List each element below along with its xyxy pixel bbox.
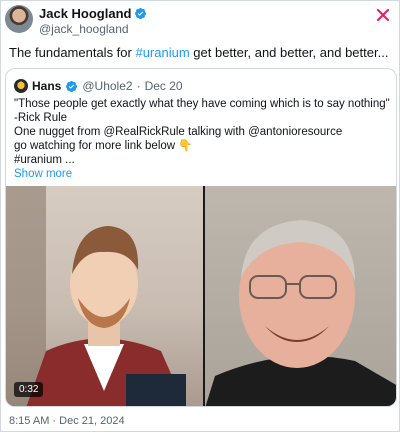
author-avatar[interactable] xyxy=(5,5,33,33)
quoted-author-name[interactable]: Hans xyxy=(32,79,61,93)
quoted-tweet-text: "Those people get exactly what they have… xyxy=(14,97,390,181)
verified-badge-icon xyxy=(135,7,147,20)
tweet-text-prefix: The fundamentals for xyxy=(9,45,136,60)
quoted-author-handle[interactable]: @Uhole2 xyxy=(82,79,132,93)
show-more-link[interactable]: Show more xyxy=(14,167,390,181)
video-frame-left: 0:32 xyxy=(6,186,203,406)
quoted-tweet[interactable]: Hans @Uhole2 · Dec 20 "Those people get … xyxy=(5,68,397,407)
tweet-text-suffix: get better, and better, and better... xyxy=(189,45,389,60)
quoted-author-avatar[interactable] xyxy=(14,79,28,93)
tweet-timestamp[interactable]: 8:15 AM · Dec 21, 2024 xyxy=(9,415,125,427)
tweet-text: The fundamentals for #uranium get better… xyxy=(9,45,388,61)
young-man-illustration xyxy=(6,186,186,406)
quoted-line: #uranium ... xyxy=(14,154,75,166)
author-name[interactable]: Jack Hoogland xyxy=(39,6,131,21)
quoted-line: "Those people get exactly what they have… xyxy=(14,98,390,110)
hashtag-link[interactable]: #uranium xyxy=(135,45,189,60)
video-player[interactable]: 0:32 xyxy=(6,186,396,406)
dot-separator: · xyxy=(136,79,141,93)
older-man-illustration xyxy=(205,220,396,406)
quoted-line: go watching for more link below 👇 xyxy=(14,140,193,152)
quoted-line: -Rick Rule xyxy=(14,112,68,124)
quoted-date[interactable]: Dec 20 xyxy=(145,79,183,93)
quoted-line: One nugget from @RealRickRule talking wi… xyxy=(14,126,343,138)
verified-badge-icon xyxy=(66,80,78,92)
video-frame-right xyxy=(205,186,396,406)
video-duration: 0:32 xyxy=(14,382,44,397)
close-icon[interactable] xyxy=(375,7,391,23)
author-block[interactable]: Jack Hoogland @jack_hoogland xyxy=(39,6,147,36)
author-handle[interactable]: @jack_hoogland xyxy=(39,22,147,36)
quoted-tweet-header: Hans @Uhole2 · Dec 20 xyxy=(14,79,183,93)
tweet-card: Jack Hoogland @jack_hoogland The fundame… xyxy=(0,0,400,432)
